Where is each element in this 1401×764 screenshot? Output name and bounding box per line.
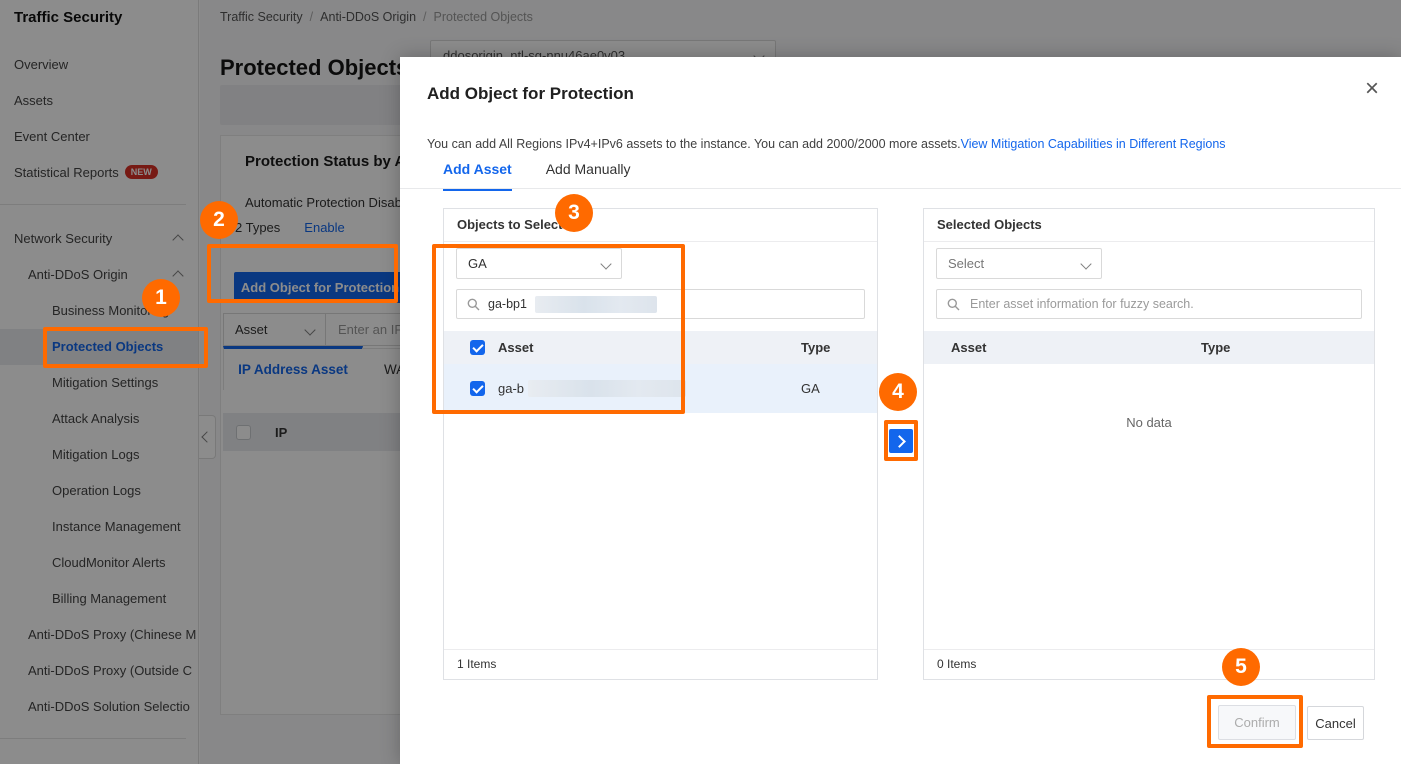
target-items-count: 0 Items	[924, 649, 1374, 679]
selected-objects-panel: Selected Objects Select Asset Type No da…	[923, 208, 1375, 680]
annotation-rect-object-picker	[432, 244, 685, 414]
no-data-placeholder: No data	[924, 415, 1374, 430]
target-table-header: Asset Type	[924, 331, 1374, 364]
close-icon[interactable]: ×	[1365, 77, 1379, 101]
tab-add-manually[interactable]: Add Manually	[546, 161, 631, 188]
selected-type-value: Select	[948, 256, 984, 271]
step-badge-3: 3	[555, 194, 593, 232]
type-column-header: Type	[1201, 340, 1230, 355]
chevron-down-icon	[1080, 258, 1091, 269]
type-column-header: Type	[801, 340, 830, 355]
step-badge-2: 2	[200, 201, 238, 239]
modal-tabs: Add Asset Add Manually	[443, 161, 631, 191]
step-badge-4: 4	[879, 373, 917, 411]
modal-title: Add Object for Protection	[427, 84, 634, 104]
modal-description: You can add All Regions IPv4+IPv6 assets…	[427, 137, 1226, 151]
cancel-button[interactable]: Cancel	[1307, 706, 1364, 740]
annotation-rect-transfer-button	[884, 420, 918, 461]
search-icon	[947, 298, 960, 311]
target-panel-title: Selected Objects	[924, 209, 1374, 242]
annotation-rect-protected-objects	[43, 327, 208, 368]
tab-divider	[400, 188, 1401, 189]
tab-add-asset[interactable]: Add Asset	[443, 161, 512, 191]
target-search-input[interactable]	[968, 296, 1351, 312]
asset-column-header: Asset	[951, 340, 986, 355]
selected-type-select[interactable]: Select	[936, 248, 1102, 279]
annotation-rect-add-button	[207, 244, 398, 303]
source-panel-title: Objects to Select	[444, 209, 877, 242]
app-root: Traffic Security Overview Assets Event C…	[0, 0, 1401, 764]
annotation-rect-confirm-button	[1207, 695, 1303, 748]
modal-description-text: You can add All Regions IPv4+IPv6 assets…	[427, 137, 961, 151]
source-items-count: 1 Items	[444, 649, 877, 679]
asset-type: GA	[801, 381, 820, 396]
target-search-box[interactable]	[936, 289, 1362, 319]
step-badge-1: 1	[142, 279, 180, 317]
mitigation-capabilities-link[interactable]: View Mitigation Capabilities in Differen…	[961, 137, 1226, 151]
step-badge-5: 5	[1222, 648, 1260, 686]
